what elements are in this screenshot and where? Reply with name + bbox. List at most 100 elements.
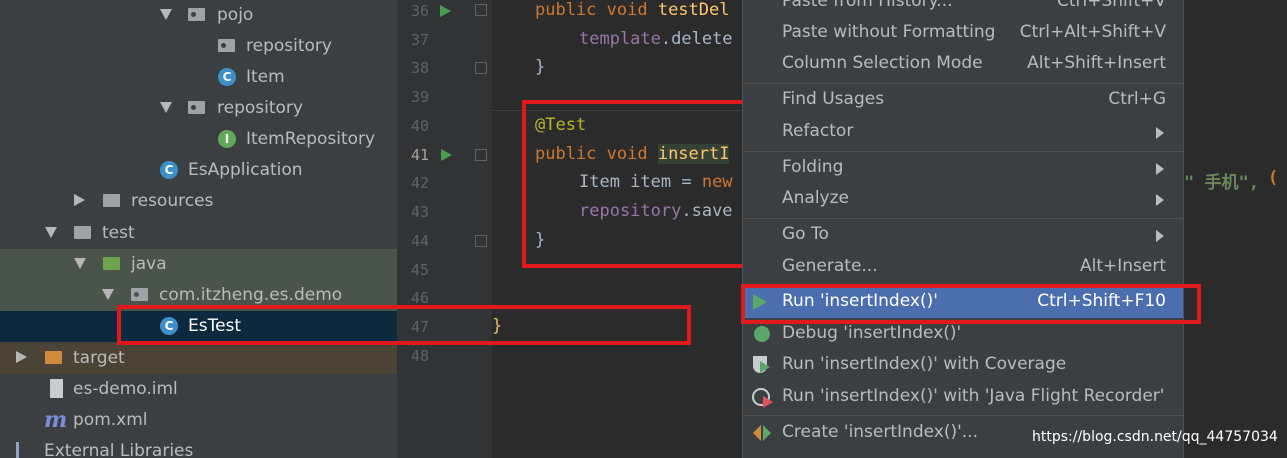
menu-item-run-with-coverage[interactable]: Run 'insertIndex()' with Coverage bbox=[743, 349, 1183, 381]
tree-item-iml[interactable]: es-demo.iml bbox=[0, 374, 397, 405]
tree-item-repository-package[interactable]: repository bbox=[0, 31, 397, 62]
menu-item-refactor[interactable]: Refactor bbox=[743, 116, 1183, 148]
menu-item-folding[interactable]: Folding bbox=[743, 152, 1183, 184]
submenu-arrow-icon bbox=[1156, 194, 1164, 206]
resources-folder-icon bbox=[103, 194, 120, 207]
expand-arrow-icon[interactable] bbox=[45, 227, 57, 238]
menu-item-label: Create 'insertIndex()'... bbox=[782, 422, 978, 442]
module-file-icon bbox=[50, 379, 63, 398]
tree-item-pojo[interactable]: pojo bbox=[0, 0, 397, 31]
package-folder-icon bbox=[218, 39, 235, 52]
tree-item-label: resources bbox=[131, 191, 214, 211]
fold-marker-icon[interactable] bbox=[475, 149, 487, 161]
tree-item-esapplication[interactable]: C EsApplication bbox=[0, 155, 397, 186]
code-line-36[interactable]: public void testDel bbox=[535, 0, 729, 25]
menu-item-analyze[interactable]: Analyze bbox=[743, 183, 1183, 215]
expand-arrow-icon[interactable] bbox=[102, 289, 114, 300]
tree-item-label: repository bbox=[217, 98, 303, 118]
line-number: 38 bbox=[410, 59, 429, 77]
fold-marker-icon[interactable] bbox=[475, 4, 487, 16]
tree-item-itemrepository[interactable]: I ItemRepository bbox=[0, 124, 397, 155]
expand-arrow-icon[interactable] bbox=[74, 258, 86, 269]
menu-item-label: Folding bbox=[782, 157, 844, 177]
annotation-box-run-item bbox=[741, 284, 1201, 324]
expand-arrow-icon[interactable] bbox=[160, 102, 172, 113]
fold-marker-icon[interactable] bbox=[475, 235, 487, 247]
tree-item-label: ItemRepository bbox=[246, 129, 376, 149]
menu-item-label: Go To bbox=[782, 224, 829, 244]
menu-item-shortcut: Alt+Insert bbox=[1079, 256, 1166, 276]
code-text: .delete bbox=[660, 29, 733, 49]
menu-item-shortcut: Ctrl+Shift+V bbox=[1056, 0, 1166, 11]
collapse-arrow-icon[interactable] bbox=[16, 351, 27, 363]
line-number: 39 bbox=[410, 88, 429, 106]
tree-item-item-class[interactable]: C Item bbox=[0, 62, 397, 93]
class-icon: C bbox=[218, 68, 236, 86]
tree-item-label: java bbox=[131, 254, 167, 274]
expand-arrow-icon[interactable] bbox=[160, 9, 172, 20]
flight-recorder-icon bbox=[752, 388, 773, 408]
menu-item-label: Generate... bbox=[782, 256, 878, 276]
test-source-folder-icon bbox=[103, 257, 120, 270]
library-icon bbox=[16, 442, 39, 458]
code-line-37[interactable]: template.delete bbox=[579, 25, 733, 54]
tree-item-label: es-demo.iml bbox=[73, 379, 178, 399]
tree-item-test[interactable]: test bbox=[0, 218, 397, 249]
menu-item-label: Find Usages bbox=[782, 89, 885, 109]
code-field: template bbox=[579, 29, 661, 49]
menu-item-run-with-jfr[interactable]: Run 'insertIndex()' with 'Java Flight Re… bbox=[743, 381, 1183, 413]
menu-separator bbox=[743, 415, 1183, 416]
submenu-arrow-icon bbox=[1156, 163, 1164, 175]
spring-class-icon: C bbox=[160, 161, 178, 179]
submenu-arrow-icon bbox=[1156, 127, 1164, 139]
tree-item-label: repository bbox=[246, 36, 332, 56]
menu-item-generate[interactable]: Generate... Alt+Insert bbox=[743, 251, 1183, 283]
interface-icon: I bbox=[218, 130, 236, 148]
tree-item-resources[interactable]: resources bbox=[0, 186, 397, 217]
tree-item-external-libraries[interactable]: External Libraries bbox=[0, 436, 397, 458]
tree-item-label: pojo bbox=[217, 5, 254, 25]
menu-item-label: Paste from History... bbox=[782, 0, 953, 11]
line-number: 37 bbox=[410, 31, 429, 49]
tree-item-repository-folder[interactable]: repository bbox=[0, 93, 397, 124]
menu-item-go-to[interactable]: Go To bbox=[743, 219, 1183, 251]
menu-item-shortcut: Ctrl+G bbox=[1108, 89, 1166, 109]
menu-item-paste-from-history[interactable]: Paste from History... Ctrl+Shift+V bbox=[743, 0, 1183, 18]
package-folder-icon bbox=[131, 288, 148, 301]
menu-item-label: Analyze bbox=[782, 188, 849, 208]
tree-item-label: External Libraries bbox=[44, 441, 194, 458]
run-test-gutter-icon[interactable] bbox=[440, 5, 451, 17]
tree-item-label: target bbox=[73, 348, 125, 368]
line-number: 40 bbox=[410, 117, 429, 135]
package-folder-icon bbox=[188, 8, 205, 21]
tree-item-target[interactable]: target bbox=[0, 343, 397, 374]
annotation-box-test-method bbox=[522, 100, 773, 268]
code-line-38[interactable]: } bbox=[535, 53, 545, 82]
line-number: 42 bbox=[410, 174, 429, 192]
tree-item-java[interactable]: java bbox=[0, 249, 397, 280]
fold-marker-icon[interactable] bbox=[475, 62, 487, 74]
tree-item-label: test bbox=[102, 223, 135, 243]
menu-item-find-usages[interactable]: Find Usages Ctrl+G bbox=[743, 84, 1183, 116]
coverage-icon bbox=[753, 356, 770, 373]
menu-item-column-selection-mode[interactable]: Column Selection Mode Alt+Shift+Insert bbox=[743, 48, 1183, 80]
menu-item-label: Run 'insertIndex()' with 'Java Flight Re… bbox=[782, 386, 1165, 406]
run-test-gutter-icon[interactable] bbox=[441, 149, 452, 161]
tree-item-pom[interactable]: m pom.xml bbox=[0, 405, 397, 436]
excluded-folder-icon bbox=[45, 351, 62, 364]
submenu-arrow-icon bbox=[1156, 230, 1164, 242]
code-method-name: testDel bbox=[657, 0, 730, 20]
menu-item-label: Debug 'insertIndex()' bbox=[782, 323, 962, 343]
tree-item-label: com.itzheng.es.demo bbox=[159, 285, 343, 305]
menu-item-label: Run 'insertIndex()' with Coverage bbox=[782, 354, 1067, 374]
line-number: 45 bbox=[410, 261, 429, 279]
menu-item-label: Refactor bbox=[782, 121, 854, 141]
code-brace: } bbox=[535, 57, 546, 77]
code-paren-remnant: ( bbox=[1268, 168, 1279, 188]
menu-item-label: Column Selection Mode bbox=[782, 53, 983, 73]
context-menu: Paste from History... Ctrl+Shift+V Paste… bbox=[742, 0, 1184, 458]
collapse-arrow-icon[interactable] bbox=[74, 194, 85, 206]
line-number: 48 bbox=[410, 347, 429, 365]
menu-item-paste-without-formatting[interactable]: Paste without Formatting Ctrl+Alt+Shift+… bbox=[743, 17, 1183, 49]
line-number: 41 bbox=[410, 146, 429, 164]
